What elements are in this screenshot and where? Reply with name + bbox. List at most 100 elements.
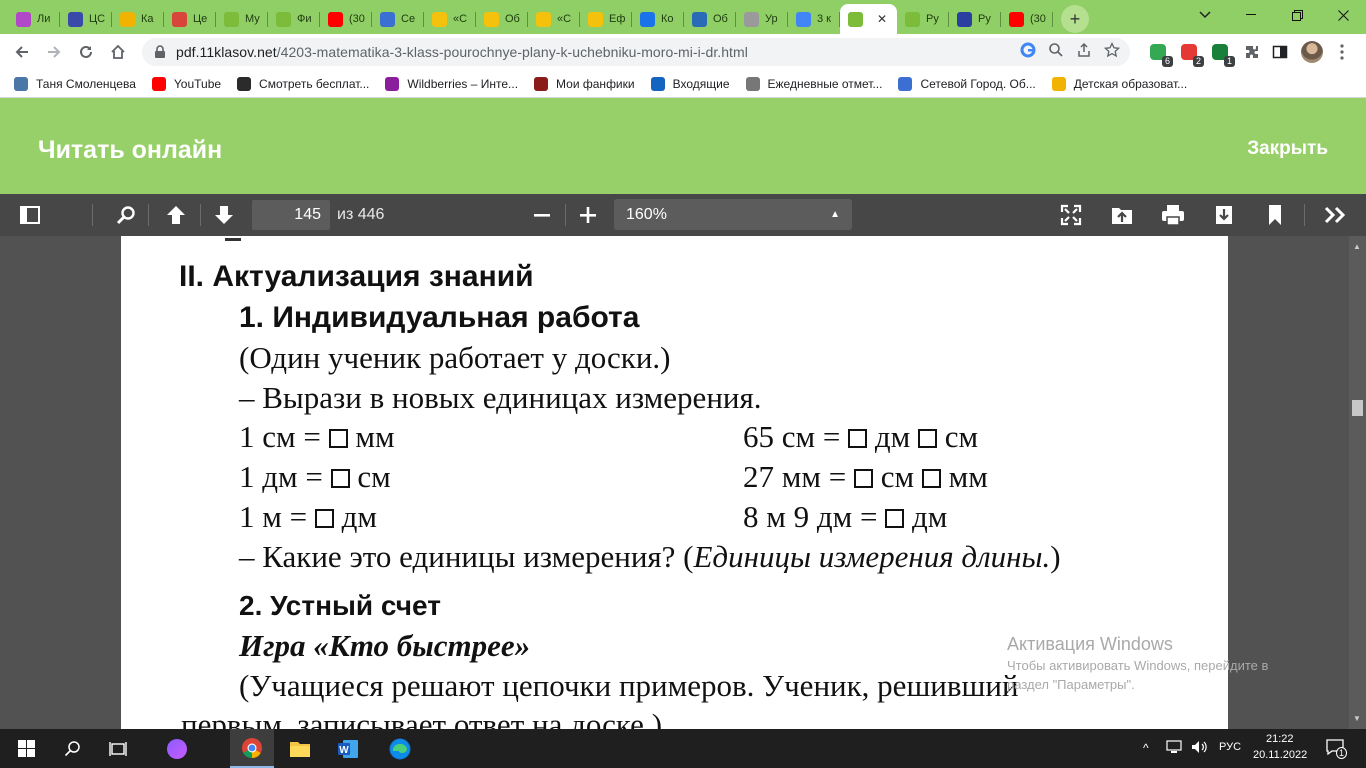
bookmark-5[interactable]: Входящие: [650, 76, 730, 91]
previous-page-icon[interactable]: [160, 200, 192, 230]
reload-icon: [80, 45, 92, 58]
scrollbar[interactable]: ▲ ▼: [1349, 236, 1366, 729]
tab-19[interactable]: (30: [1001, 4, 1053, 34]
home-button[interactable]: [102, 36, 134, 68]
share-icon[interactable]: [1076, 42, 1092, 58]
open-file-icon[interactable]: [1106, 200, 1138, 230]
answer-text: Единицы измерения длины.: [693, 539, 1051, 574]
reload-button[interactable]: [70, 36, 102, 68]
tab-close-icon[interactable]: ✕: [877, 12, 887, 26]
extensions-icon[interactable]: [1240, 40, 1264, 64]
volume-icon[interactable]: [1191, 740, 1207, 757]
bookmark-7[interactable]: Сетевой Город. Об...: [898, 76, 1036, 91]
bookmark-2[interactable]: Смотреть бесплат...: [237, 76, 369, 91]
close-window-icon[interactable]: [1320, 0, 1366, 30]
extension-shield-icon[interactable]: 1: [1208, 40, 1235, 67]
clock-time[interactable]: 21:22: [1266, 733, 1294, 745]
keyboard-language[interactable]: РУС: [1219, 741, 1241, 753]
tab-15[interactable]: 3 к: [788, 4, 840, 34]
new-tab-button[interactable]: +: [1061, 5, 1089, 33]
bookmark-1[interactable]: YouTube: [151, 76, 221, 91]
adblock-icon[interactable]: 2: [1177, 40, 1204, 67]
alice-assistant-icon[interactable]: [155, 729, 199, 768]
zoom-icon[interactable]: [1048, 42, 1064, 58]
sidebar-toggle-icon[interactable]: [14, 200, 46, 230]
tab-6[interactable]: (30: [320, 4, 372, 34]
bookmark-8[interactable]: Детская образоват...: [1051, 76, 1187, 91]
notifications-icon[interactable]: 1: [1326, 739, 1348, 759]
zoom-in-icon[interactable]: [572, 200, 604, 230]
subheading-individual-work: 1. Индивидуальная работа: [239, 301, 640, 334]
tab-7[interactable]: Се: [372, 4, 424, 34]
restore-icon[interactable]: [1274, 0, 1320, 30]
reader-close-button[interactable]: Закрыть: [1247, 138, 1328, 160]
edge-icon[interactable]: [378, 729, 422, 768]
tab-18[interactable]: Ру: [949, 4, 1001, 34]
forward-arrow-icon: [48, 46, 61, 58]
tab-9[interactable]: Об: [476, 4, 528, 34]
word-icon[interactable]: W: [326, 729, 370, 768]
address-bar[interactable]: pdf.11klasov.net/4203-matematika-3-klass…: [142, 38, 1130, 66]
tab-13[interactable]: Об: [684, 4, 736, 34]
minimize-icon[interactable]: [1228, 0, 1274, 30]
search-icon[interactable]: [50, 729, 94, 768]
tab-3[interactable]: Це: [164, 4, 216, 34]
file-explorer-icon[interactable]: [278, 729, 322, 768]
next-page-icon[interactable]: [208, 200, 240, 230]
zoom-out-icon[interactable]: [526, 200, 558, 230]
bookmark-label: Входящие: [672, 76, 730, 91]
book-icon: [276, 11, 291, 27]
tab-12[interactable]: Ко: [632, 4, 684, 34]
tab-label: Ка: [141, 13, 154, 25]
tab-8[interactable]: «С: [424, 4, 476, 34]
back-button[interactable]: [6, 36, 38, 68]
zoom-select[interactable]: 160% ▲: [614, 199, 852, 230]
bookmark-0[interactable]: Таня Смоленцева: [14, 76, 136, 91]
scroll-thumb[interactable]: [1352, 400, 1363, 416]
bookmark-6[interactable]: Ежедневные отмет...: [745, 76, 882, 91]
avatar[interactable]: [1300, 40, 1324, 64]
task-view-icon[interactable]: [96, 729, 140, 768]
star-icon[interactable]: [1104, 42, 1120, 58]
bookmark-3[interactable]: Wildberries – Инте...: [385, 76, 518, 91]
tab-17[interactable]: Ру: [897, 4, 949, 34]
scroll-up-icon[interactable]: ▲: [1353, 242, 1361, 251]
cube-icon: [68, 11, 83, 27]
svg-text:W: W: [339, 745, 349, 756]
network-icon[interactable]: [1166, 740, 1182, 757]
download-icon[interactable]: [1208, 200, 1240, 230]
fullscreen-icon[interactable]: [1055, 200, 1087, 230]
print-icon[interactable]: [1157, 200, 1189, 230]
tab-1[interactable]: ЦС: [60, 4, 112, 34]
tab-label: «С: [557, 13, 572, 25]
page-number-input[interactable]: 145: [252, 200, 330, 230]
windows-activation-text: Чтобы активировать Windows, перейдите в: [1007, 658, 1269, 673]
reader-header: Читать онлайн Закрыть: [0, 98, 1366, 194]
question-line: – Какие это единицы измерения? (Единицы …: [239, 539, 1061, 574]
extension-badge: 6: [1161, 56, 1173, 67]
windows-start-icon[interactable]: [4, 729, 48, 768]
tab-4[interactable]: Му: [216, 4, 268, 34]
tab-14[interactable]: Ур: [736, 4, 788, 34]
forward-button[interactable]: [38, 36, 70, 68]
google-translate-icon[interactable]: [1020, 42, 1036, 58]
clock-date[interactable]: 20.11.2022: [1253, 749, 1307, 761]
chrome-taskbar-icon[interactable]: [230, 729, 274, 768]
bookmark-icon[interactable]: [1259, 200, 1291, 230]
bookmark-4[interactable]: Мои фанфики: [534, 76, 635, 91]
scroll-down-icon[interactable]: ▼: [1353, 714, 1361, 723]
tab-5[interactable]: Фи: [268, 4, 320, 34]
tray-chevron-icon[interactable]: ^: [1143, 741, 1149, 755]
side-panel-icon[interactable]: [1268, 40, 1292, 64]
tab-16[interactable]: ✕: [840, 4, 897, 34]
more-tools-icon[interactable]: [1320, 200, 1352, 230]
pdf-search-icon[interactable]: [110, 200, 142, 230]
tab-search-icon[interactable]: [1182, 0, 1228, 30]
tab-11[interactable]: Еф: [580, 4, 632, 34]
menu-dots-icon[interactable]: [1330, 40, 1354, 64]
pdf-viewer[interactable]: II. Актуализация знаний 1. Индивидуальна…: [0, 236, 1366, 729]
extension-green-icon[interactable]: 6: [1146, 40, 1173, 67]
tab-2[interactable]: Ка: [112, 4, 164, 34]
tab-10[interactable]: «С: [528, 4, 580, 34]
tab-0[interactable]: Ли: [8, 4, 60, 34]
